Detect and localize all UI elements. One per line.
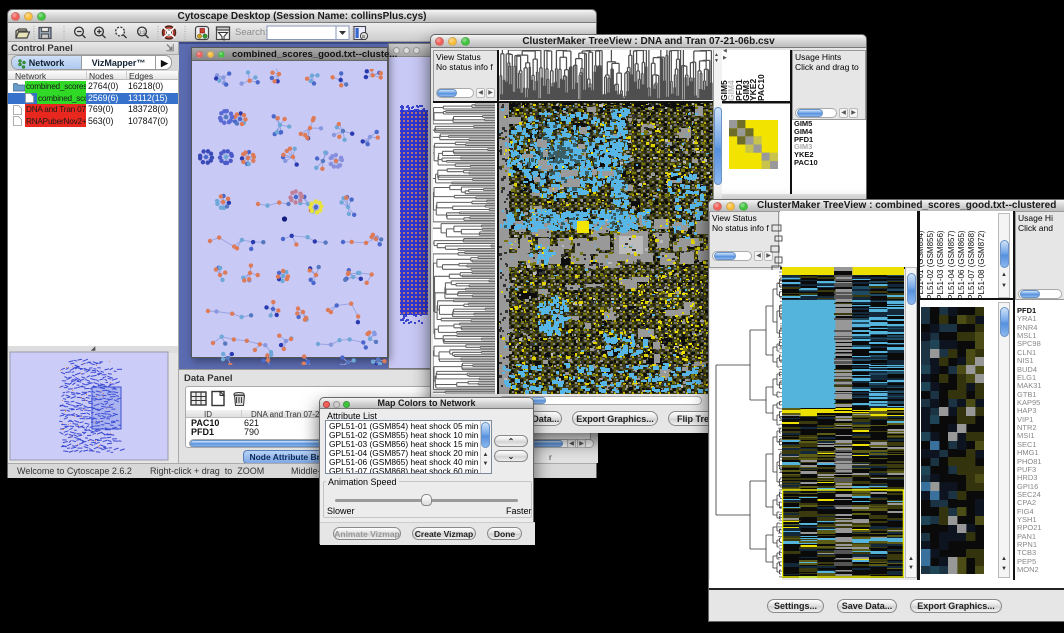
svg-text:Search:: Search: (235, 27, 268, 38)
svg-text:a: a (362, 34, 365, 40)
